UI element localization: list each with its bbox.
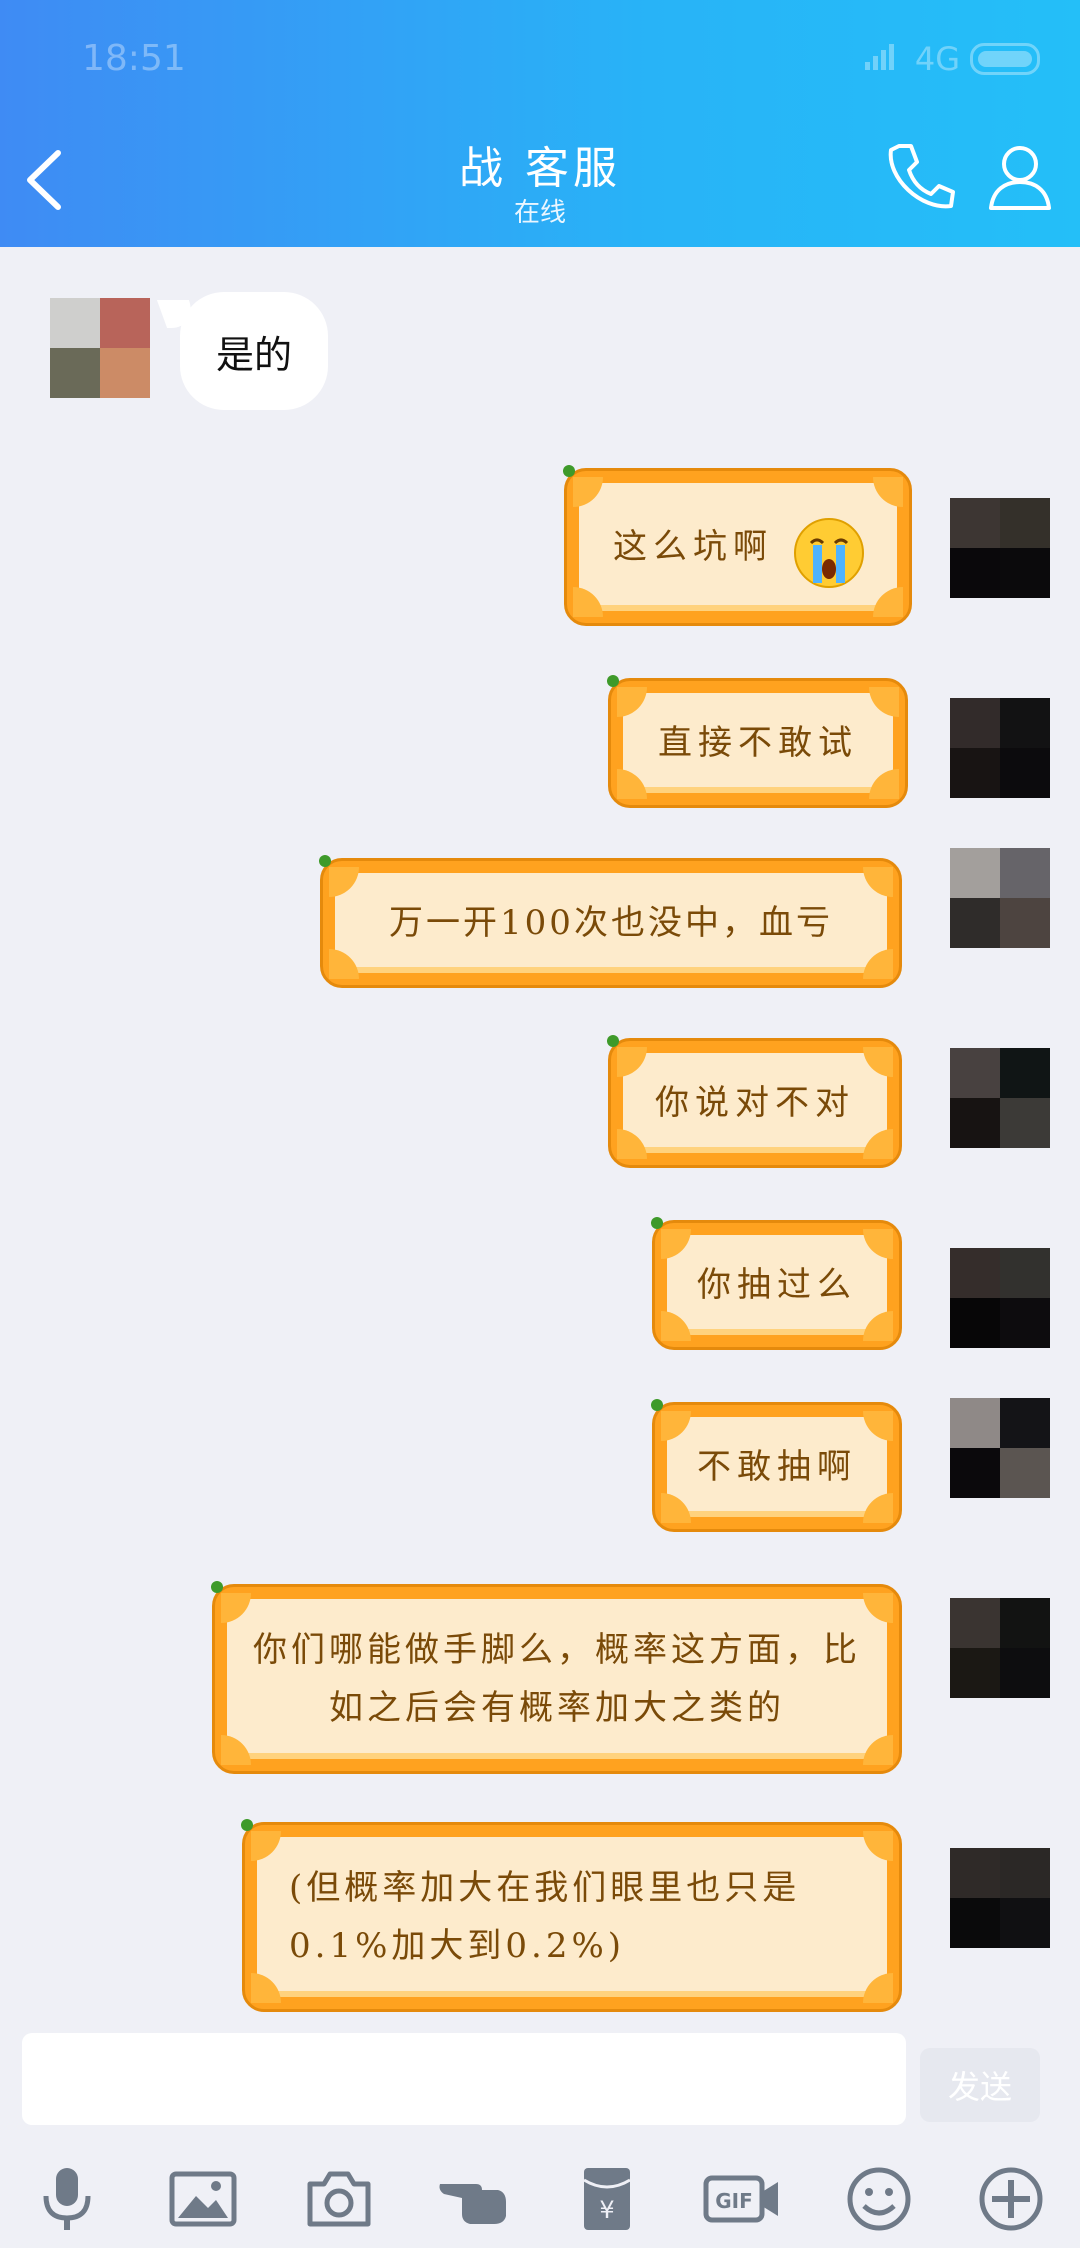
message-text: 你抽过么 [697,1265,857,1305]
phone-icon [888,144,955,209]
outgoing-message[interactable]: 你们哪能做手脚么，概率这方面，比如之后会有概率加大之类的 [211,1581,902,1774]
camera-icon[interactable] [302,2162,376,2236]
outgoing-message[interactable]: 这么坑啊 [563,465,912,626]
outgoing-message[interactable]: (但概率加大在我们眼里也只是0.1%加大到0.2%) [241,1819,902,2012]
message-text: 不敢抽啊 [697,1447,857,1487]
call-button[interactable] [885,140,955,212]
outgoing-message[interactable]: 不敢抽啊 [651,1399,902,1532]
poke-icon[interactable] [436,2162,510,2236]
contact-avatar[interactable] [50,298,150,398]
image-icon[interactable] [166,2162,240,2236]
chat-header: 18:51 4G 战 客服 在线 [0,0,1080,247]
message-text: 你们哪能做手脚么，概率这方面，比如之后会有概率加大之类的 [253,1630,861,1728]
signal-icon [864,40,905,78]
outgoing-message[interactable]: 你抽过么 [651,1217,902,1350]
my-avatar[interactable] [950,498,1050,598]
send-button[interactable]: 发送 [920,2048,1040,2122]
svg-text:GIF: GIF [715,2189,753,2213]
my-avatar[interactable] [950,1048,1050,1148]
battery-icon [970,43,1040,75]
my-avatar[interactable] [950,698,1050,798]
message-text: 万一开100次也没中，血亏 [389,903,833,943]
status-time: 18:51 [82,38,186,79]
gif-icon[interactable]: GIF [702,2162,782,2236]
network-type: 4G [914,40,960,78]
crying-face-icon [794,518,864,588]
microphone-icon[interactable] [30,2162,104,2236]
emoji-icon[interactable] [842,2162,916,2236]
red-packet-icon[interactable]: ¥ [570,2162,644,2236]
my-avatar[interactable] [950,1248,1050,1348]
outgoing-message[interactable]: 你说对不对 [607,1035,902,1168]
plus-icon[interactable] [974,2162,1048,2236]
svg-text:¥: ¥ [599,2196,614,2224]
outgoing-message[interactable]: 万一开100次也没中，血亏 [319,855,902,988]
message-input[interactable] [22,2033,906,2125]
message-text: (但概率加大在我们眼里也只是0.1%加大到0.2%) [289,1868,801,1966]
status-indicators: 4G [864,40,1040,78]
my-avatar[interactable] [950,1848,1050,1948]
profile-button[interactable] [985,140,1055,212]
message-text: 你说对不对 [655,1083,855,1123]
incoming-message[interactable]: 是的 [180,292,328,410]
input-toolbar: ¥ GIF [0,2150,1080,2248]
outgoing-message[interactable]: 直接不敢试 [607,675,908,808]
my-avatar[interactable] [950,1398,1050,1498]
person-icon [989,146,1051,210]
my-avatar[interactable] [950,848,1050,948]
my-avatar[interactable] [950,1598,1050,1698]
message-text: 直接不敢试 [658,723,858,763]
